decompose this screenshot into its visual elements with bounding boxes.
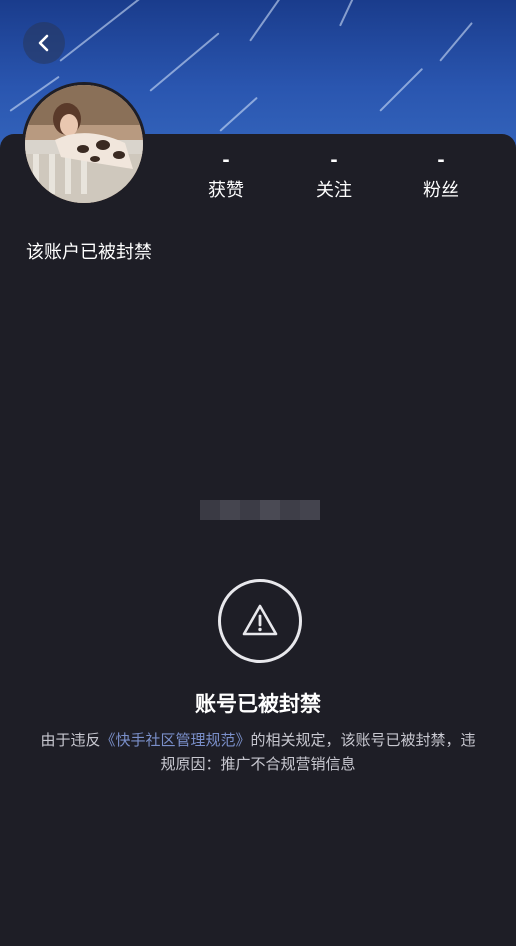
ban-desc-prefix: 由于违反 <box>40 731 101 749</box>
banner-streak <box>219 96 258 132</box>
banner-streak <box>379 67 424 112</box>
warning-icon <box>218 579 302 663</box>
stat-likes[interactable]: - 获赞 <box>186 150 266 202</box>
banner-streak <box>149 32 220 92</box>
stat-label: 关注 <box>316 180 352 201</box>
avatar-image <box>25 85 143 203</box>
profile-screen: - 获赞 - 关注 - 粉丝 该账户已被封禁 账号已被封禁 由于违反《快手社区管… <box>0 0 516 946</box>
stat-label: 获赞 <box>208 180 244 201</box>
avatar[interactable] <box>22 82 146 206</box>
ban-description: 由于违反《快手社区管理规范》的相关规定，该账号已被封禁，违规原因：推广不合规营销… <box>40 728 476 776</box>
warning-triangle-icon <box>242 604 278 636</box>
stat-followers[interactable]: - 粉丝 <box>401 150 481 202</box>
stat-value: - <box>330 150 338 171</box>
banner-streak <box>439 22 473 62</box>
stat-value: - <box>222 150 230 171</box>
chevron-left-icon <box>38 34 49 52</box>
stat-following[interactable]: - 关注 <box>294 150 374 202</box>
blurred-username <box>200 500 320 520</box>
back-button[interactable] <box>23 22 65 64</box>
community-rules-link[interactable]: 《快手社区管理规范》 <box>100 731 250 749</box>
ban-title: 账号已被封禁 <box>195 692 321 716</box>
stat-value: - <box>437 150 445 171</box>
stat-label: 粉丝 <box>423 180 459 201</box>
account-status-text: 该账户已被封禁 <box>26 242 152 263</box>
banner-streak <box>59 0 148 62</box>
banner-streak <box>249 0 291 42</box>
banner-streak <box>339 0 358 27</box>
